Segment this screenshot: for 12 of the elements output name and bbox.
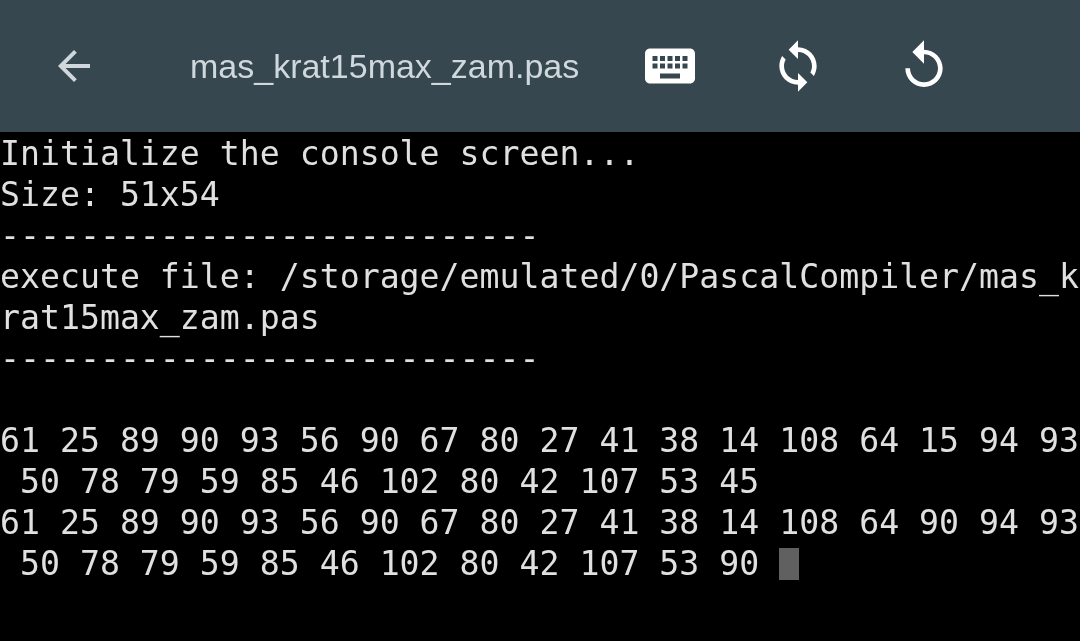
console-line: 50 78 79 59 85 46 102 80 42 107 53 45 <box>18 461 760 502</box>
console-line: --------------------------- <box>0 215 540 256</box>
console-line: 50 78 79 59 85 46 102 80 42 107 53 90 <box>18 543 760 584</box>
console-line: Size: 51x54 <box>0 174 220 215</box>
file-title: mas_krat15max_zam.pas <box>190 46 581 86</box>
console-line: 61 25 89 90 93 56 90 67 80 27 41 38 14 108 64 90 94 93 <box>0 502 1079 543</box>
console-line: --------------------------- <box>0 338 540 379</box>
console-line: rat15max_zam.pas <box>0 297 320 338</box>
console-line: Initialize the console screen... <box>0 133 640 174</box>
text-cursor <box>779 547 800 580</box>
console-line: execute file: /storage/emulated/0/PascalCompiler/mas_k <box>0 256 1079 297</box>
console-line: 61 25 89 90 93 56 90 67 80 27 41 38 14 108 64 15 94 93 <box>0 420 1079 461</box>
